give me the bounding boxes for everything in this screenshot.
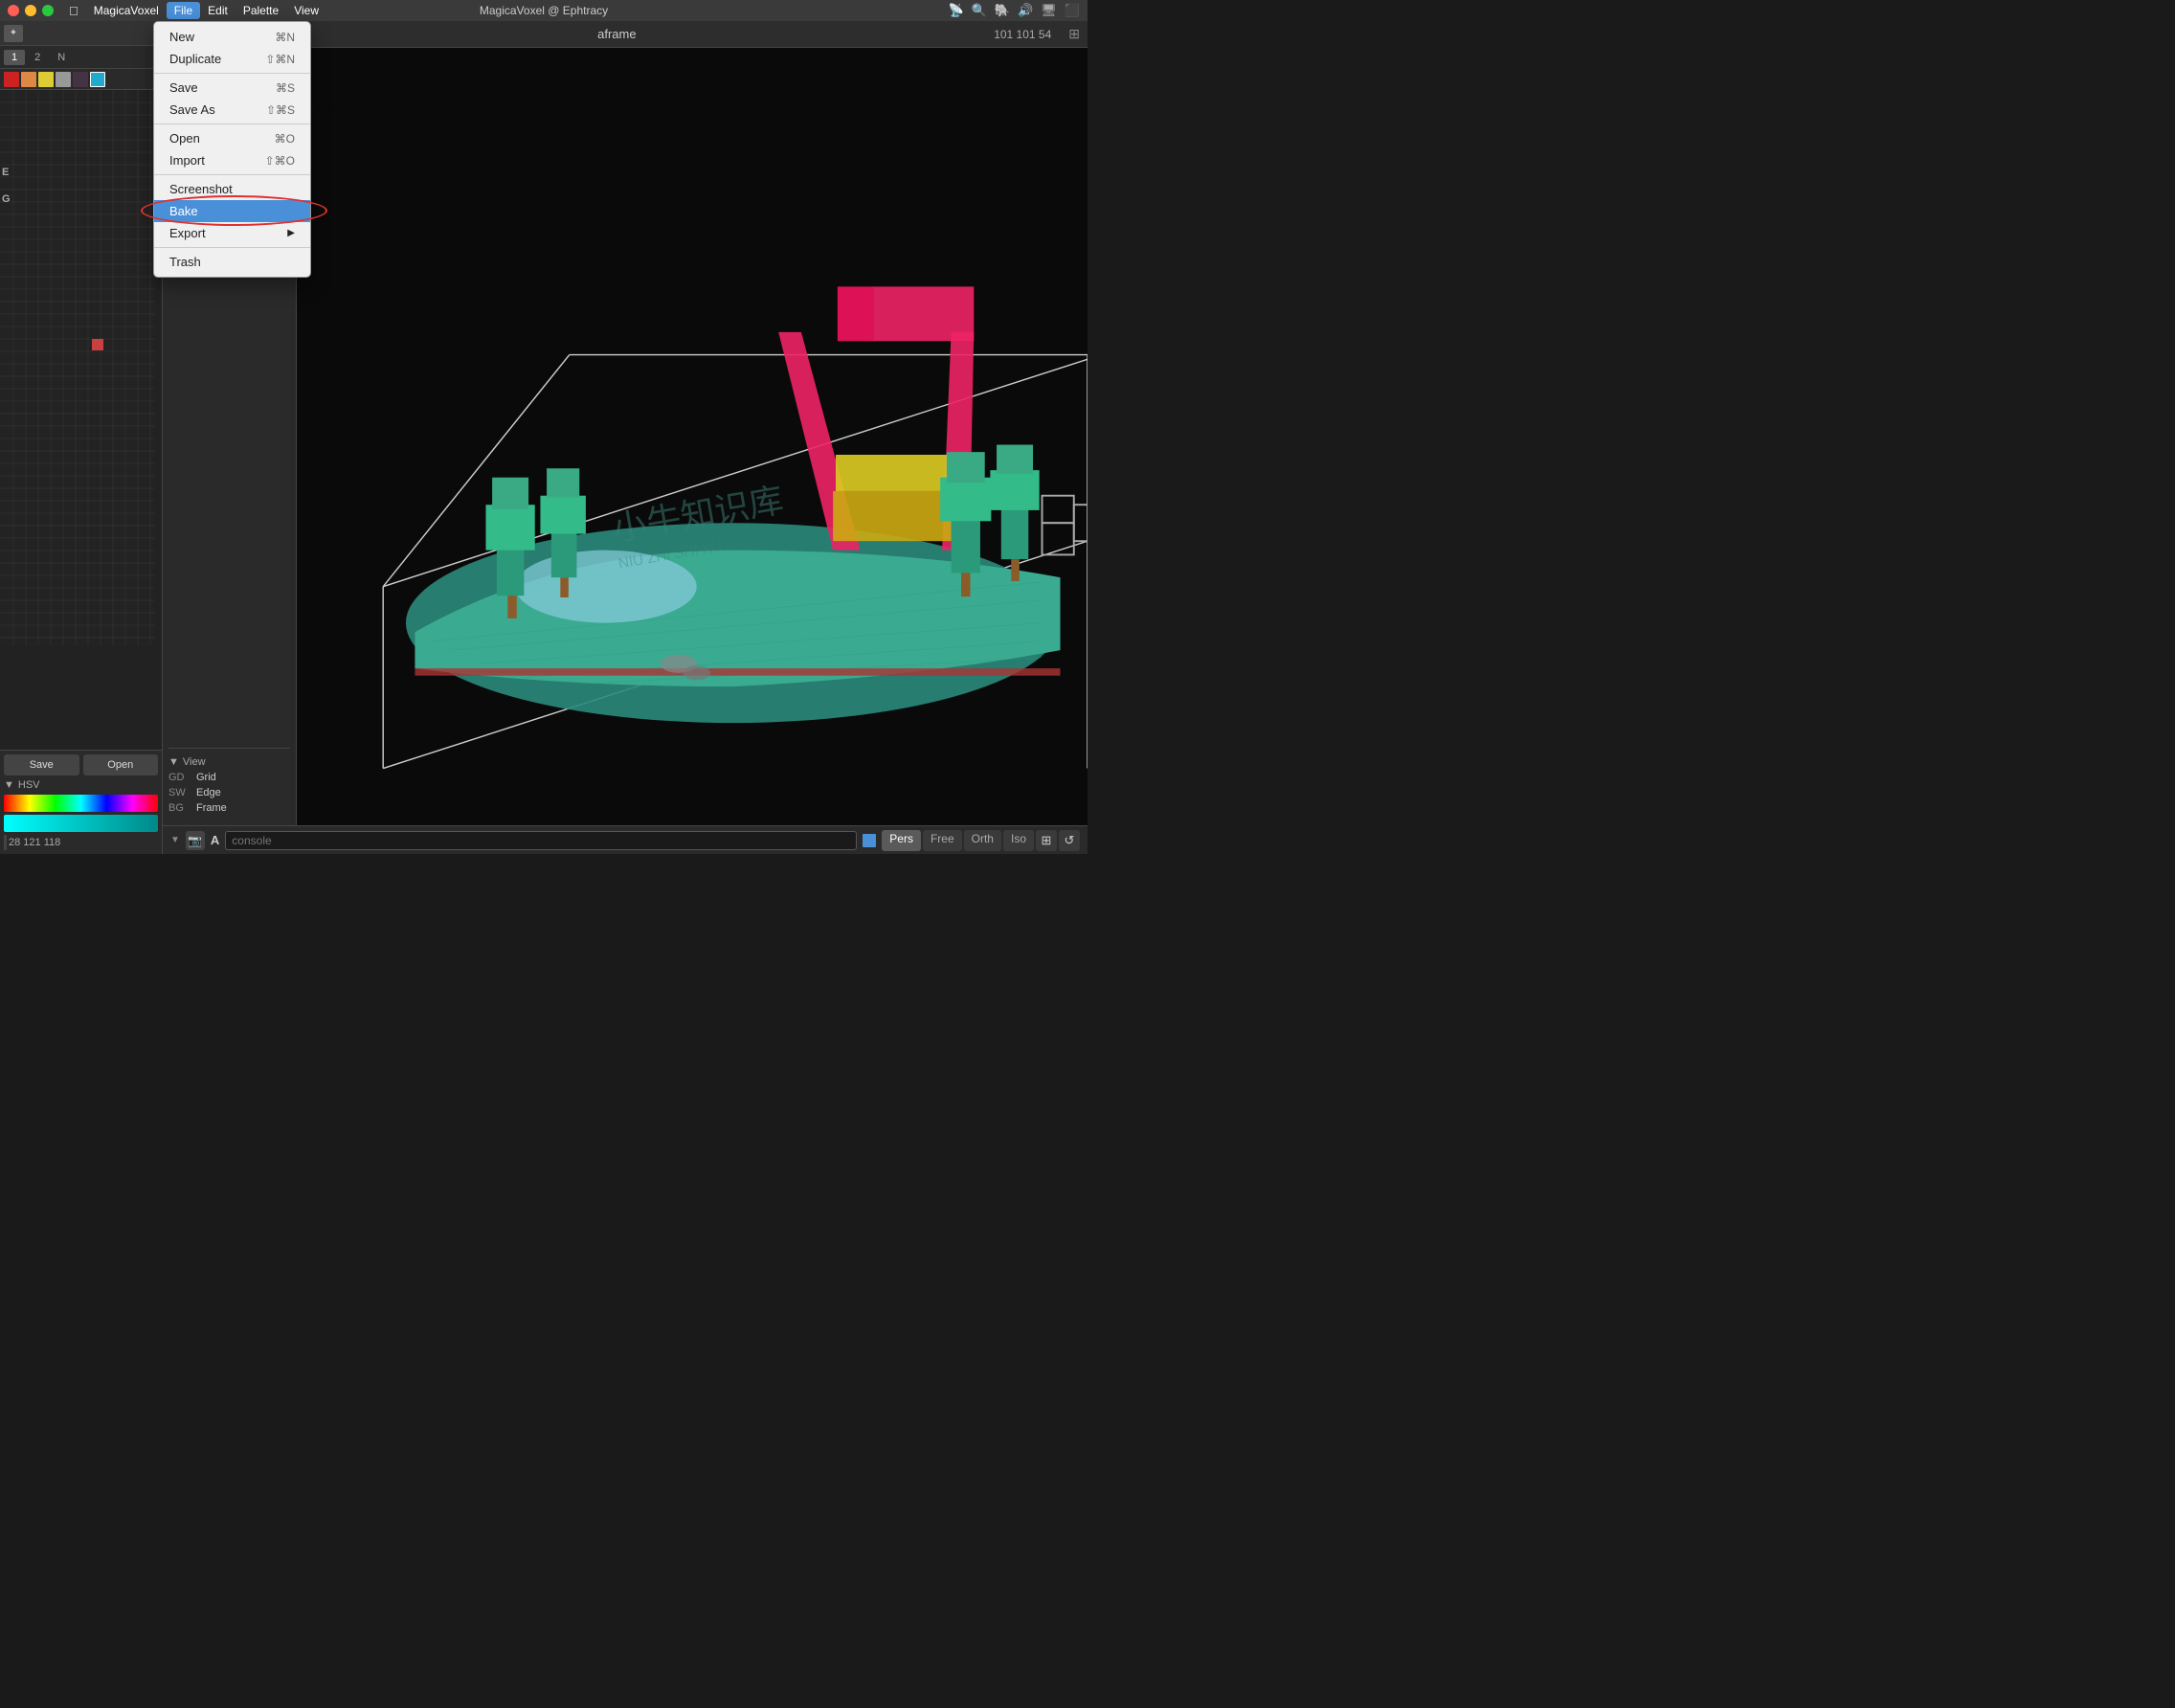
swatch-dark[interactable]: [73, 72, 88, 87]
menu-file[interactable]: File: [167, 2, 200, 19]
saturation-gradient[interactable]: [4, 815, 158, 832]
menu-item-new[interactable]: New ⌘N: [154, 26, 310, 48]
swatch-orange[interactable]: [21, 72, 36, 87]
nav-tabs: 1 2 N: [0, 46, 162, 69]
grid-view-icon[interactable]: ⊞: [1036, 830, 1057, 851]
bottom-bar: ▼ 📷 A Pers Free Orth Iso ⊞ ↺: [163, 825, 1088, 854]
traffic-lights: [0, 5, 54, 16]
view-label-row: ▼ View: [168, 756, 290, 768]
camera-icon[interactable]: 📷: [186, 831, 205, 850]
refresh-icon[interactable]: ↺: [1059, 830, 1080, 851]
console-arrow[interactable]: ▼: [170, 835, 180, 845]
view-key-gd: GD: [168, 772, 192, 783]
view-mode-buttons: Pers Free Orth Iso ⊞ ↺: [882, 830, 1080, 851]
titlebar:  MagicaVoxel File Edit Palette View Mag…: [0, 0, 1088, 21]
menu-item-import[interactable]: Import ⇧⌘O: [154, 149, 310, 171]
menu-view[interactable]: View: [286, 2, 326, 19]
menu-magicavoxel[interactable]: MagicaVoxel: [86, 2, 167, 19]
menu-edit[interactable]: Edit: [200, 2, 235, 19]
swatch-teal[interactable]: [90, 72, 105, 87]
menu-item-bake[interactable]: Bake: [154, 200, 310, 222]
transform-tool[interactable]: ✦: [4, 25, 23, 42]
scene-svg: 小牛知识库 NIU ZHI SHI KU: [297, 48, 1088, 825]
nav-tab-2[interactable]: 2: [27, 50, 48, 65]
icon-wifi: 📡: [949, 3, 964, 18]
view-value-edge[interactable]: Edge: [196, 787, 290, 798]
open-button[interactable]: Open: [83, 754, 159, 775]
face-preview: [168, 203, 290, 732]
console-input[interactable]: [225, 831, 857, 850]
view-section: ▼ View GD Grid SW Edge BG Frame: [168, 748, 290, 818]
menu-item-open[interactable]: Open ⌘O: [154, 127, 310, 149]
save-open-row: Save Open: [4, 754, 158, 775]
menu-item-trash[interactable]: Trash: [154, 251, 310, 273]
swatch-gray[interactable]: [56, 72, 71, 87]
icon-display: 🖥: [1041, 3, 1057, 18]
menu-item-save[interactable]: Save ⌘S: [154, 77, 310, 99]
bottom-panel: Save Open ▼ HSV 28 121 118: [0, 750, 162, 854]
menu-item-export[interactable]: Export ▶: [154, 222, 310, 244]
nav-tab-n[interactable]: N: [50, 50, 73, 65]
file-menu-dropdown: New ⌘N Duplicate ⇧⌘N Save ⌘S Save As ⇧⌘S…: [153, 21, 311, 278]
render-expand-icon[interactable]: ⊞: [1061, 26, 1088, 42]
viewport-3d[interactable]: 小牛知识库 NIU ZHI SHI KU: [297, 48, 1088, 825]
left-panel: ✦ 1 2 N E G: [0, 21, 163, 854]
minimize-button[interactable]: [25, 5, 36, 16]
view-arrow: ▼: [168, 756, 179, 768]
view-label: View: [183, 756, 206, 768]
view-mode-iso[interactable]: Iso: [1003, 830, 1034, 851]
view-value-frame[interactable]: Frame: [196, 802, 290, 814]
apple-menu[interactable]: : [61, 2, 86, 20]
hsv-text: HSV: [18, 779, 40, 791]
color-palette: [0, 69, 162, 90]
e-label: E: [2, 167, 9, 178]
view-color-indicator: [863, 834, 876, 847]
export-submenu-arrow: ▶: [287, 228, 295, 238]
menu-item-duplicate[interactable]: Duplicate ⇧⌘N: [154, 48, 310, 70]
render-scene-title: aframe: [250, 27, 985, 41]
view-mode-free[interactable]: Free: [923, 830, 962, 851]
g-label: G: [2, 193, 11, 205]
swatch-yellow[interactable]: [38, 72, 54, 87]
menu-separator-3: [154, 174, 310, 175]
nav-tab-1[interactable]: 1: [4, 50, 25, 65]
a-button[interactable]: A: [211, 833, 219, 847]
window-title: MagicaVoxel @ Ephtracy: [480, 4, 608, 17]
menu-separator-4: [154, 247, 310, 248]
voxel-grid[interactable]: E G: [0, 90, 162, 750]
view-row-gd: GD Grid: [168, 772, 290, 783]
icon-search: 🔍: [972, 3, 987, 18]
maximize-button[interactable]: [42, 5, 54, 16]
swatch-red[interactable]: [4, 72, 19, 87]
view-value-grid[interactable]: Grid: [196, 772, 290, 783]
view-mode-orth[interactable]: Orth: [964, 830, 1001, 851]
menu-separator-1: [154, 73, 310, 74]
rgb-values: 28 121 118: [4, 835, 158, 850]
icon-battery: ⬛: [1065, 3, 1080, 18]
close-button[interactable]: [8, 5, 19, 16]
icon-audio: 🔊: [1018, 3, 1033, 18]
tool-row: ✦: [0, 21, 162, 46]
menu-item-screenshot[interactable]: Screenshot: [154, 178, 310, 200]
grid-svg: [0, 90, 155, 645]
render-coords: 101 101 54: [984, 28, 1061, 41]
save-button[interactable]: Save: [4, 754, 79, 775]
view-key-sw: SW: [168, 787, 192, 798]
menu-palette[interactable]: Palette: [235, 2, 286, 19]
rgb-bar-icon: [4, 835, 7, 850]
menu-bar:  MagicaVoxel File Edit Palette View: [61, 2, 326, 20]
view-mode-pers[interactable]: Pers: [882, 830, 921, 851]
hsv-arrow-icon: ▼: [4, 779, 14, 791]
titlebar-icons: 📡 🔍 🐘 🔊 🖥 ⬛: [949, 3, 1080, 18]
menu-item-save-as[interactable]: Save As ⇧⌘S: [154, 99, 310, 121]
hue-gradient[interactable]: [4, 795, 158, 812]
hsv-label: ▼ HSV: [4, 779, 158, 791]
view-row-bg: BG Frame: [168, 802, 290, 814]
view-key-bg: BG: [168, 802, 192, 814]
view-row-sw: SW Edge: [168, 787, 290, 798]
icon-evernote: 🐘: [995, 3, 1010, 18]
